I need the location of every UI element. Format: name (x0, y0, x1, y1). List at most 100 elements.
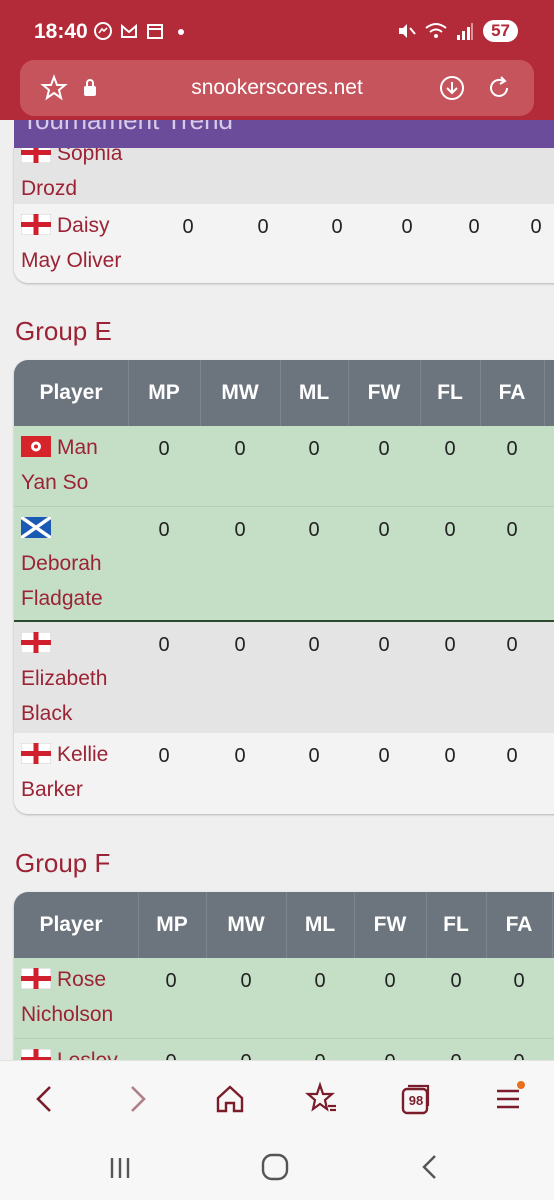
column-header-player: Player (39, 381, 103, 404)
tabs-button[interactable]: 98 (396, 1079, 436, 1119)
value-fl: 0 (444, 634, 456, 656)
column-header-fa: FA (505, 913, 533, 936)
value-fa: 0 (530, 216, 542, 238)
table-row: Kellie Barker 0 0 0 0 0 0 (14, 733, 554, 814)
player-name[interactable]: Daisy May Oliver (21, 208, 121, 278)
battery-indicator: 57 (483, 20, 518, 42)
player-name[interactable]: Lesley (21, 1043, 118, 1060)
system-nav-bar (0, 1136, 554, 1200)
calendar-icon (147, 24, 163, 39)
browser-nav-bar: 98 (0, 1060, 554, 1137)
value-fl: 0 (444, 519, 456, 541)
value-mp: 0 (165, 970, 177, 992)
back-icon[interactable] (24, 1079, 64, 1119)
wifi-icon (425, 23, 447, 38)
value-fl: 0 (468, 216, 480, 238)
value-fw: 0 (378, 745, 390, 767)
value-fw: 0 (387, 148, 427, 149)
value-fw: 0 (378, 519, 390, 541)
home-icon[interactable] (210, 1079, 250, 1119)
messenger-icon (94, 22, 112, 40)
column-header-fw: FW (367, 381, 401, 404)
system-status-icons: 57 (396, 20, 518, 42)
menu-button[interactable] (488, 1079, 528, 1119)
value-ml: 0 (308, 634, 320, 656)
value-mw: 0 (226, 1051, 266, 1060)
address-bar[interactable]: snookerscores.net (20, 60, 534, 116)
value-mw: 0 (234, 634, 246, 656)
value-fa: 0 (506, 519, 518, 541)
england-flag-icon (21, 632, 51, 653)
browser-toolbar: snookerscores.net (0, 58, 554, 120)
value-mw: 0 (257, 216, 269, 238)
value-fa: 0 (506, 634, 518, 656)
group-d-table: SophiaDrozd 0 0 0 0 0 0 DaisyMay Oliver … (14, 148, 554, 283)
tournament-trend-text: Tournament Trend (22, 120, 234, 135)
column-header-mp: MP (156, 913, 188, 936)
value-ml: 0 (308, 438, 320, 460)
value-fw: 0 (378, 438, 390, 460)
player-name[interactable]: Sophia Drozd (21, 148, 122, 206)
value-fl: 0 (454, 148, 494, 149)
player-name[interactable]: Kellie Barker (21, 737, 108, 807)
value-ml: 0 (308, 519, 320, 541)
player-name[interactable]: Elizabeth Black (21, 626, 107, 731)
value-mw: 0 (234, 745, 246, 767)
bookmarks-icon[interactable] (302, 1079, 342, 1119)
value-mp: 0 (158, 438, 170, 460)
system-back-icon[interactable] (414, 1150, 446, 1184)
value-ml: 0 (314, 970, 326, 992)
value-fa: 0 (506, 438, 518, 460)
signal-icon (457, 23, 474, 40)
forward-icon[interactable] (118, 1079, 158, 1119)
value-ml: 0 (317, 148, 357, 149)
value-fl: 0 (444, 438, 456, 460)
home-button-icon[interactable] (258, 1150, 292, 1184)
group-f-title: Group F (15, 848, 111, 878)
value-mw: 0 (243, 148, 283, 149)
status-bar: 18:40 57 (0, 0, 554, 58)
value-fw: 0 (370, 1051, 410, 1060)
value-fa: 0 (516, 148, 554, 149)
value-mp: 0 (158, 745, 170, 767)
gmail-icon (121, 23, 137, 38)
table-row: Daisy May Oliver 0 0 0 0 0 0 (14, 204, 554, 283)
value-fl: 0 (436, 1051, 476, 1060)
download-icon[interactable] (438, 74, 466, 102)
column-header-fl: FL (437, 381, 463, 404)
menu-icon (497, 1081, 525, 1109)
reload-icon[interactable] (485, 74, 513, 102)
value-fl: 0 (444, 745, 456, 767)
value-mp: 0 (158, 634, 170, 656)
table-row: Man Yan So 0 0 0 0 0 0 (14, 426, 554, 506)
value-fa: 0 (499, 1051, 539, 1060)
england-flag-icon (21, 968, 51, 989)
table-row: Deborah Fladgate 0 0 0 0 0 0 (14, 506, 554, 621)
england-flag-icon (21, 1049, 51, 1060)
table-row: Rose Nicholson 0 0 0 0 0 0 (14, 958, 554, 1038)
value-mw: 0 (234, 519, 246, 541)
value-fw: 0 (384, 970, 396, 992)
table-header: Player MP MW ML FW FL FA (14, 892, 554, 958)
player-name[interactable]: Man Yan So (21, 430, 98, 500)
value-ml: 0 (308, 745, 320, 767)
column-header-fa: FA (498, 381, 526, 404)
value-fl: 0 (450, 970, 462, 992)
value-fw: 0 (401, 216, 413, 238)
notification-icons (94, 22, 190, 40)
recent-apps-icon[interactable] (104, 1152, 136, 1184)
column-header-mw: MW (227, 913, 265, 936)
value-mw: 0 (234, 438, 246, 460)
player-name[interactable]: Deborah Fladgate (21, 511, 103, 616)
status-time: 18:40 (34, 20, 88, 43)
page-content: SophiaDrozd 0 0 0 0 0 0 DaisyMay Oliver … (0, 148, 554, 1060)
column-header-ml: ML (298, 381, 330, 404)
tabs-count: 98 (408, 1093, 424, 1108)
england-flag-icon (21, 214, 51, 235)
player-name[interactable]: Rose Nicholson (21, 962, 113, 1032)
group-e-title: Group E (15, 316, 112, 346)
england-flag-icon (21, 743, 51, 764)
table-row: Lesley 0 0 0 0 0 0 (14, 1038, 554, 1060)
value-fw: 0 (378, 634, 390, 656)
value-mp: 0 (158, 519, 170, 541)
